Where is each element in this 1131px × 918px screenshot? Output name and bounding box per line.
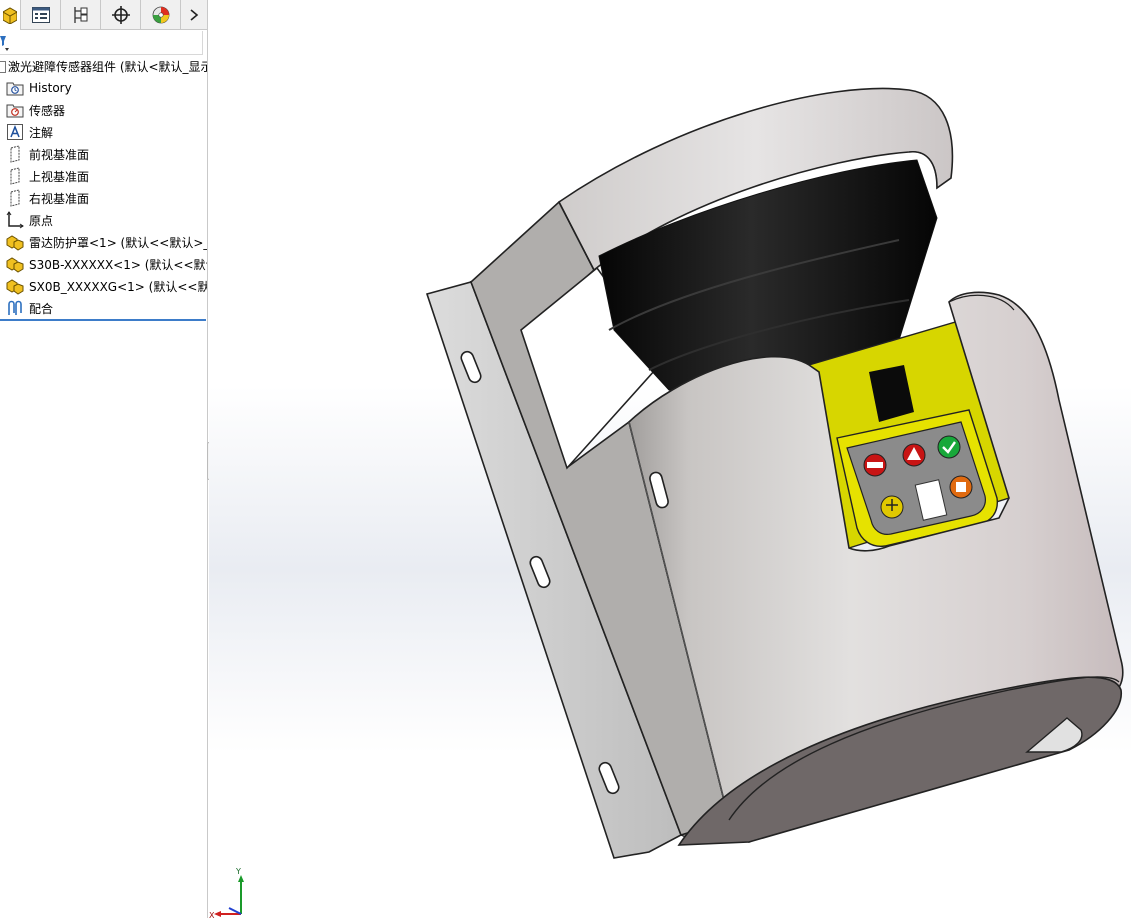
origin-icon bbox=[5, 211, 25, 229]
tree-item-label: History bbox=[29, 81, 72, 95]
property-manager-icon bbox=[31, 7, 50, 23]
chevron-right-icon bbox=[190, 9, 199, 21]
stop-icon bbox=[863, 453, 887, 477]
tree-item-component-1[interactable]: 雷达防护罩<1> (默认<<默认>_显 bbox=[5, 231, 208, 253]
tree-item-annotations[interactable]: 注解 bbox=[5, 121, 53, 143]
tree-item-label: 注解 bbox=[29, 125, 54, 140]
tree-expander[interactable] bbox=[0, 61, 6, 73]
laser-sensor-assembly-model[interactable] bbox=[209, 0, 1131, 918]
graphics-area[interactable]: Y X bbox=[209, 0, 1131, 918]
part-icon bbox=[5, 255, 25, 273]
part-icon bbox=[5, 233, 25, 251]
part-icon bbox=[5, 277, 25, 295]
assembly-root-label: 激光避障传感器组件 (默认<默认_显示 bbox=[8, 60, 208, 74]
annotation-icon bbox=[5, 123, 25, 141]
tree-item-label: 右视基准面 bbox=[29, 191, 90, 206]
tree-item-history[interactable]: History bbox=[5, 77, 72, 99]
tree-item-label: SX0B_XXXXXG<1> (默认<<默认 bbox=[29, 279, 208, 294]
tree-end-marker bbox=[0, 319, 206, 321]
configurationmanager-tab[interactable] bbox=[61, 0, 101, 30]
warning-icon bbox=[902, 443, 926, 467]
tree-item-label: 雷达防护罩<1> (默认<<默认>_显 bbox=[29, 235, 208, 250]
tree-item-label: 上视基准面 bbox=[29, 169, 90, 184]
display-manager-icon bbox=[152, 6, 169, 24]
tree-item-label: 前视基准面 bbox=[29, 147, 90, 162]
tree-item-sensors[interactable]: 传感器 bbox=[5, 99, 65, 121]
tree-item-right-plane[interactable]: 右视基准面 bbox=[5, 187, 89, 209]
tree-item-component-3[interactable]: SX0B_XXXXXG<1> (默认<<默认 bbox=[5, 275, 208, 297]
tree-item-front-plane[interactable]: 前视基准面 bbox=[5, 143, 89, 165]
tree-item-label: 配合 bbox=[29, 301, 54, 316]
more-tabs-button[interactable] bbox=[181, 0, 207, 30]
view-orientation-triad: Y X bbox=[209, 867, 244, 918]
reset-icon bbox=[880, 495, 904, 519]
plane-icon bbox=[5, 167, 25, 185]
propertymanager-tab[interactable] bbox=[21, 0, 61, 30]
assembly-root-node[interactable]: 激光避障传感器组件 (默认<默认_显示 bbox=[0, 58, 208, 76]
plane-icon bbox=[5, 189, 25, 207]
dimxpert-icon bbox=[111, 6, 130, 24]
mates-icon bbox=[5, 299, 25, 317]
tree-item-label: S30B-XXXXXX<1> (默认<<默认 bbox=[29, 257, 208, 272]
tree-item-mates[interactable]: 配合 bbox=[5, 297, 53, 319]
display-manager-tab[interactable] bbox=[141, 0, 181, 30]
history-folder-icon bbox=[5, 79, 25, 97]
feature-tree-icon bbox=[3, 7, 17, 24]
filter-icon bbox=[0, 36, 9, 51]
plane-icon bbox=[5, 145, 25, 163]
tree-item-top-plane[interactable]: 上视基准面 bbox=[5, 165, 89, 187]
sensor-folder-icon bbox=[5, 101, 25, 119]
ok-check-icon bbox=[937, 435, 961, 459]
tree-item-label: 原点 bbox=[29, 213, 54, 228]
dimxpert-tab[interactable] bbox=[101, 0, 141, 30]
featuremanager-tab[interactable] bbox=[0, 0, 21, 30]
output-icon bbox=[949, 475, 973, 499]
panel-tab-bar bbox=[0, 0, 207, 30]
triad-y-label: Y bbox=[235, 867, 241, 876]
feature-filter-bar[interactable] bbox=[0, 31, 203, 55]
tree-item-origin[interactable]: 原点 bbox=[5, 209, 53, 231]
tree-item-label: 传感器 bbox=[29, 103, 66, 118]
configuration-manager-icon bbox=[73, 7, 87, 23]
tree-item-component-2[interactable]: S30B-XXXXXX<1> (默认<<默认 bbox=[5, 253, 208, 275]
triad-x-label: X bbox=[209, 911, 215, 918]
feature-manager-panel: 激光避障传感器组件 (默认<默认_显示 History 传感器 注解 前视基准面… bbox=[0, 0, 208, 918]
